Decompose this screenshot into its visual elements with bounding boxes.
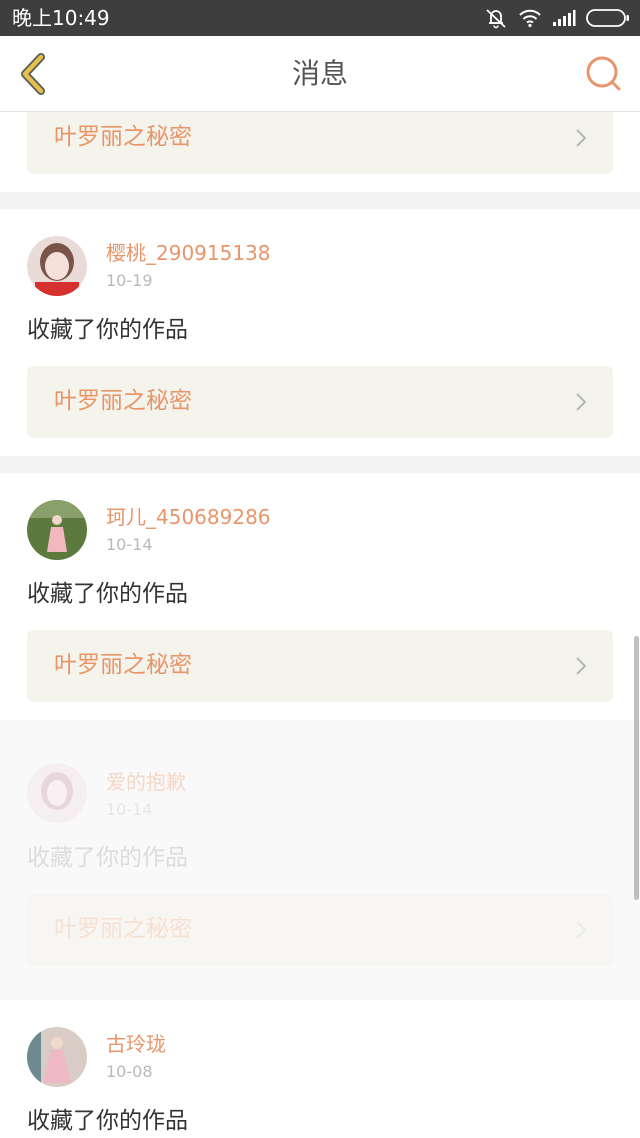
work-link[interactable]: 叶罗丽之秘密 [27,894,613,966]
scrollbar[interactable] [634,636,639,900]
avatar[interactable] [27,500,87,560]
search-icon[interactable] [584,54,624,94]
page-title: 消息 [291,57,348,90]
avatar[interactable] [27,763,87,823]
work-link[interactable]: 叶罗丽之秘密 [27,112,613,174]
work-title: 叶罗丽之秘密 [54,124,192,150]
message-date: 10-08 [106,1062,153,1081]
message-card: 珂儿_450689286 10-14 收藏了你的作品 叶罗丽之秘密 [0,473,640,720]
wifi-icon [519,9,541,28]
message-card: 爱的抱歉 10-14 收藏了你的作品 叶罗丽之秘密 [0,720,640,1000]
avatar[interactable] [27,1027,87,1087]
work-link[interactable]: 叶罗丽之秘密 [27,630,613,702]
battery-icon [586,9,629,27]
message-date: 10-14 [106,535,153,554]
chevron-right-icon [576,921,587,939]
message-date: 10-14 [106,800,153,819]
message-card: 樱桃_290915138 10-19 收藏了你的作品 叶罗丽之秘密 [0,209,640,456]
chevron-right-icon [576,657,587,675]
avatar[interactable] [27,236,87,296]
status-icons [484,7,630,29]
message-card: 叶罗丽之秘密 [0,112,640,192]
status-time: 晚上10:49 [12,6,110,30]
action-text: 收藏了你的作品 [27,845,188,871]
status-bar: 晚上10:49 [0,0,640,36]
work-title: 叶罗丽之秘密 [54,388,192,414]
mute-icon [486,9,506,29]
work-title: 叶罗丽之秘密 [54,916,192,942]
message-date: 10-19 [106,271,153,290]
message-card: 古玲珑 10-08 收藏了你的作品 [0,1000,640,1138]
chevron-right-icon [576,129,587,147]
username[interactable]: 古玲珑 [106,1031,166,1057]
action-text: 收藏了你的作品 [27,1108,188,1134]
action-text: 收藏了你的作品 [27,317,188,343]
username[interactable]: 樱桃_290915138 [106,240,271,266]
work-link[interactable]: 叶罗丽之秘密 [27,366,613,438]
chevron-right-icon [576,393,587,411]
username[interactable]: 珂儿_450689286 [106,504,271,530]
signal-icon [553,10,576,26]
username[interactable]: 爱的抱歉 [106,769,186,795]
message-list[interactable]: 叶罗丽之秘密 樱桃_290915138 10-19 收藏了你的作品 叶罗丽之秘密 [0,112,640,1138]
action-text: 收藏了你的作品 [27,581,188,607]
nav-bar: 消息 [0,36,640,112]
work-title: 叶罗丽之秘密 [54,652,192,678]
